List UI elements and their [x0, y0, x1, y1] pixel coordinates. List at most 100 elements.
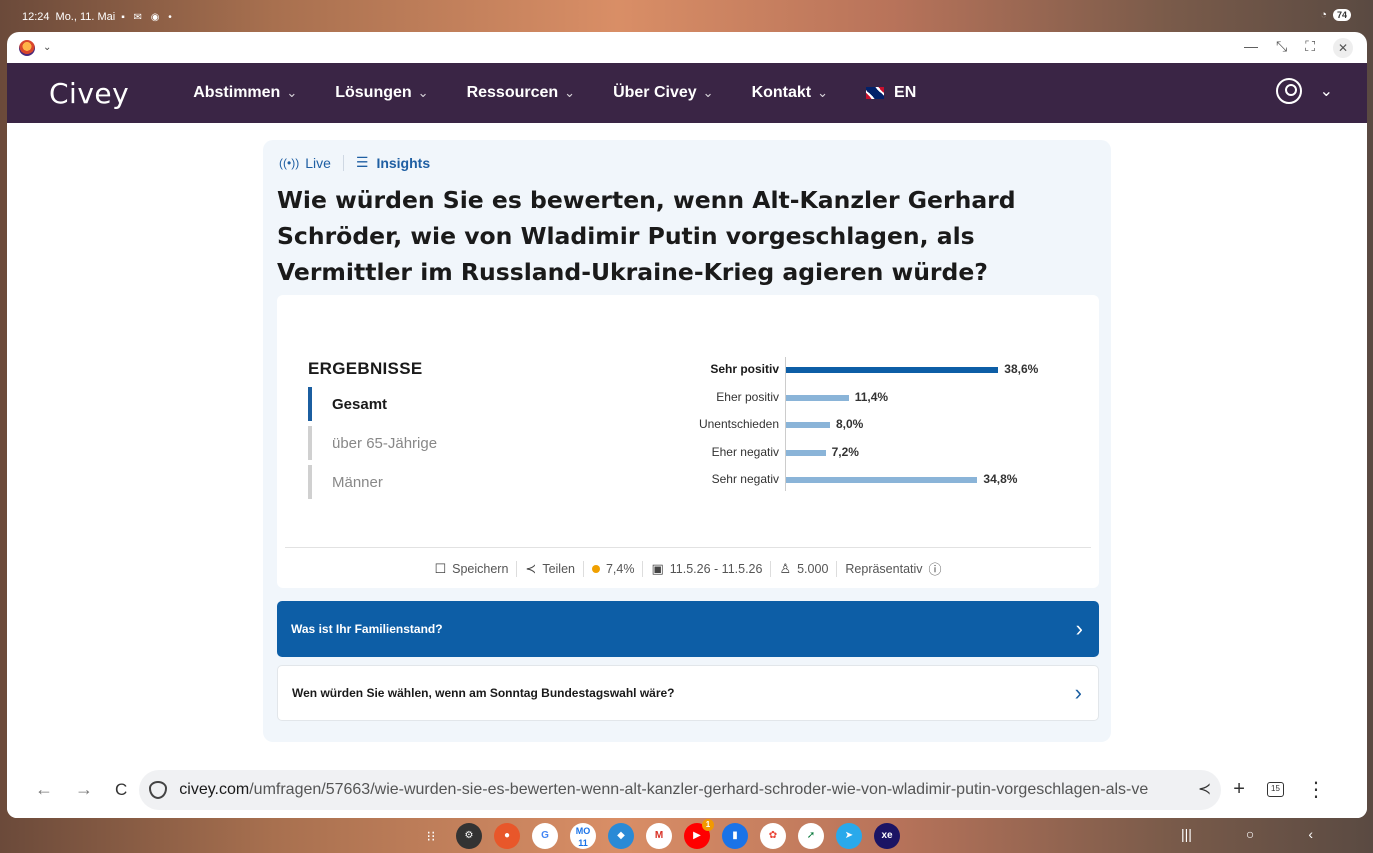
bar-label: Sehr negativ [711, 472, 779, 486]
poll-tags: ((•)) Live ☰ Insights [279, 154, 430, 171]
gmail-app-icon[interactable]: M [646, 823, 672, 849]
representative-info[interactable]: Repräsentativ ⓘ [837, 559, 949, 578]
civey-logo[interactable]: Civey [49, 77, 129, 110]
next-question-link[interactable]: Wen würden Sie wählen, wenn am Sonntag B… [277, 665, 1099, 721]
results-bar-chart: Sehr positiv 38,6% Eher positiv 11,4% Unents… [667, 357, 1087, 497]
forward-icon[interactable]: → [75, 779, 93, 800]
app-icon[interactable]: ◆ [608, 823, 634, 849]
shield-icon[interactable] [149, 780, 168, 799]
status-date: Mo., 11. Mai [55, 11, 116, 23]
status-bar: 12:24 Mo., 11. Mai ▪ ✉ ◉ • ◔ 74 [0, 0, 1373, 32]
home-icon[interactable]: ○ [1246, 826, 1254, 842]
telegram-app-icon[interactable]: ➤ [836, 823, 862, 849]
reload-icon[interactable]: C [115, 780, 127, 800]
notification-badge: 1 [702, 819, 714, 831]
bar-label: Eher negativ [711, 444, 779, 459]
url-host: civey.com [179, 780, 250, 798]
bar [786, 449, 826, 456]
nav-ueber-civey[interactable]: Über Civey ⌄ [613, 84, 714, 102]
settings-app-icon[interactable]: ⚙ [456, 823, 482, 849]
status-time: 12:24 [22, 11, 50, 23]
divider [285, 547, 1091, 548]
chevron-down-icon: ⌄ [417, 85, 429, 100]
chevron-right-icon: › [1074, 680, 1082, 705]
bar-value-label: 7,2% [831, 444, 859, 459]
calendar-icon: ▣ [651, 560, 664, 576]
calendar-app-icon[interactable]: MO 11 [570, 823, 596, 849]
url-field[interactable]: civey.com/umfragen/57663/wie-wurden-sie-… [139, 769, 1222, 810]
share-button[interactable]: ≺ Teilen [517, 561, 583, 577]
google-app-icon[interactable]: G [532, 823, 558, 849]
poll-question: Wie würden Sie es bewerten, wenn Alt-Kan… [277, 186, 1016, 286]
menu-icon[interactable]: ⋮ [1306, 777, 1326, 802]
filter-gesamt[interactable]: Gesamt [308, 387, 437, 421]
account-menu[interactable]: ⌄ [1275, 78, 1333, 104]
page-content: ((•)) Live ☰ Insights Wie würden Sie es … [7, 123, 1367, 761]
save-button[interactable]: ☐ Speichern [426, 561, 516, 577]
insights-link[interactable]: Insights [376, 155, 430, 171]
chevron-down-icon: ⌄ [564, 85, 576, 100]
xe-app-icon[interactable]: xe [874, 823, 900, 849]
chevron-down-icon[interactable]: ⌄ [43, 42, 51, 53]
tab-count-button[interactable]: 15 [1266, 782, 1284, 797]
insights-icon[interactable]: ☰ [356, 154, 369, 171]
fullscreen-icon[interactable]: ⛶ [1305, 38, 1315, 58]
bookmark-icon: ☐ [434, 560, 447, 576]
next-question-link[interactable]: Was ist Ihr Familienstand? › [277, 601, 1099, 657]
browser-window: ⌄ — ⤡ ⛶ ✕ Civey Abstimmen ⌄ Lösungen ⌄ Res… [7, 32, 1367, 818]
recents-icon[interactable]: ||| [1181, 826, 1192, 842]
respondents-value: 5.000 [797, 561, 829, 576]
back-icon[interactable]: ← [35, 779, 53, 800]
bar-value-label: 11,4% [854, 389, 889, 404]
new-tab-icon[interactable]: + [1233, 778, 1245, 801]
minimize-icon[interactable]: — [1244, 38, 1258, 58]
youtube-app-icon[interactable]: ▶ 1 [684, 819, 714, 849]
language-label: EN [894, 84, 917, 101]
nav-label: Abstimmen [193, 84, 281, 101]
back-nav-icon[interactable]: ‹ [1308, 826, 1313, 842]
filter-ueber-65[interactable]: über 65-Jährige [308, 426, 437, 460]
info-icon[interactable]: ⓘ [929, 559, 942, 578]
bar-label: Eher positiv [716, 389, 779, 404]
results-filters: Gesamt über 65-Jährige Männer [308, 387, 437, 504]
nav-kontakt[interactable]: Kontakt ⌄ [752, 84, 828, 102]
bar-label: Unentschieden [698, 417, 779, 431]
live-label: Live [305, 154, 331, 171]
close-icon[interactable]: ✕ [1333, 38, 1353, 58]
nav-ressourcen[interactable]: Ressourcen ⌄ [467, 84, 576, 102]
files-app-icon[interactable]: ▮ [722, 823, 748, 849]
save-label: Speichern [452, 561, 509, 576]
user-icon [1275, 78, 1302, 104]
firefox-app-icon[interactable]: ● [494, 823, 520, 849]
calendar-weekday: MO [575, 826, 591, 836]
calendar-day: 11 [578, 838, 588, 848]
error-margin-value: 7,4% [605, 561, 635, 576]
taskbar: ⁝⁝ ⚙ ● G MO 11 ◆ M ▶ 1 ▮ ✿ ➚ ➤ xe ||| ○ ‹ [0, 818, 1373, 853]
next-question-label: Was ist Ihr Familienstand? [291, 622, 443, 636]
chevron-down-icon: ⌄ [817, 85, 829, 100]
bar-value-label: 38,6% [1004, 362, 1039, 376]
nav-label: Ressourcen [466, 84, 559, 101]
nav-loesungen[interactable]: Lösungen ⌄ [335, 84, 428, 102]
restore-icon[interactable]: ⤡ [1276, 38, 1287, 58]
firefox-icon[interactable] [19, 39, 35, 56]
url-path: /umfragen/57663/wie-wurden-sie-es-bewert… [249, 780, 1149, 798]
app-icon[interactable]: ➚ [798, 823, 824, 849]
nav-abstimmen[interactable]: Abstimmen ⌄ [193, 84, 297, 102]
status-dot-icon [591, 564, 600, 573]
language-switch[interactable]: EN [866, 84, 916, 102]
uk-flag-icon [866, 87, 885, 99]
live-icon: ((•)) [279, 155, 300, 170]
bar [786, 422, 830, 428]
share-icon[interactable]: ≺ [1191, 778, 1212, 799]
respondent-count: ♙ 5.000 [771, 561, 836, 577]
poll-meta: ☐ Speichern ≺ Teilen 7,4% ▣ 11.5.26 - 11.5.… [277, 559, 1099, 578]
filter-maenner[interactable]: Männer [308, 465, 437, 499]
notification-icons: ▪ ✉ ◉ • [121, 11, 175, 23]
wifi-icon: ◔ [1320, 9, 1327, 21]
app-drawer-icon[interactable]: ⁝⁝ [418, 828, 444, 845]
results-panel: ERGEBNISSE Gesamt über 65-Jährige Männer… [277, 295, 1099, 588]
photos-app-icon[interactable]: ✿ [760, 823, 786, 849]
site-navbar: Civey Abstimmen ⌄ Lösungen ⌄ Ressourcen ⌄ Ü… [7, 63, 1367, 123]
share-icon: ≺ [525, 560, 537, 576]
